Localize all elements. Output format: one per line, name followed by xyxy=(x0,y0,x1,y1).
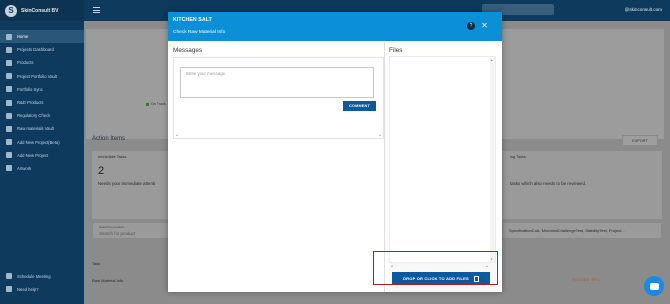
pending-tasks-desc: tasks which also needs to be reviewed. xyxy=(510,181,587,186)
sidebar-item-label: Products xyxy=(17,60,34,66)
close-icon[interactable]: ✕ xyxy=(480,21,489,30)
brand[interactable]: S SkinConsult BV xyxy=(0,0,84,21)
product-search-input[interactable]: Search for product Search for product xyxy=(92,222,172,239)
modal-title: KITCHEN SALT xyxy=(173,17,212,23)
sidebar: S SkinConsult BV Home Projects Dashboard… xyxy=(0,0,84,304)
sidebar-nav: Home Projects Dashboard Products Project… xyxy=(0,30,84,175)
message-input[interactable]: Write your message xyxy=(180,67,374,98)
sidebar-item-label: Home xyxy=(17,34,29,40)
column-divider xyxy=(384,42,385,292)
brand-name: SkinConsult BV xyxy=(21,7,59,14)
modal-subtitle: Check Raw Material Info xyxy=(173,30,226,35)
products-icon xyxy=(6,59,12,66)
immediate-tasks-desc: Needs your immediate attenti xyxy=(98,181,156,186)
sidebar-item-label: Projects Dashboard xyxy=(17,47,54,53)
brand-logo-icon: S xyxy=(5,4,17,17)
sidebar-item-label: Add New Project xyxy=(17,152,49,158)
raw-material-modal: KITCHEN SALT Check Raw Material Info ? ✕… xyxy=(168,12,502,292)
messages-panel: Write your message COMMENT ◂ ▸ xyxy=(173,57,384,139)
files-heading: Files xyxy=(389,47,403,54)
pending-tasks-title: ing Tasks xyxy=(510,155,526,159)
user-email[interactable]: @skinconsult.com xyxy=(625,7,662,12)
hamburger-menu-icon[interactable] xyxy=(93,7,100,13)
sidebar-item-portfolio-sync[interactable]: Portfolio Sync xyxy=(0,83,84,96)
calendar-icon xyxy=(6,273,12,280)
sidebar-item-artwork[interactable]: Artwork xyxy=(0,162,84,175)
search-label: Search for product xyxy=(99,225,124,229)
files-list: ▴ ▾ xyxy=(389,56,496,263)
search-placeholder: Search for product xyxy=(99,231,136,236)
action-items-title: Action Items xyxy=(92,136,126,142)
files-scrollbar[interactable]: ▴ ▾ xyxy=(490,57,495,262)
sidebar-item-label: Artwork xyxy=(17,165,32,171)
sidebar-item-label: Raw materials Vault xyxy=(17,126,54,132)
sidebar-item-regulatory-check[interactable]: Regulatory Check xyxy=(0,109,84,122)
export-label: EXPORT xyxy=(632,138,648,143)
chat-launcher-button[interactable] xyxy=(644,276,664,296)
sidebar-item-raw-materials-vault[interactable]: Raw materials Vault xyxy=(0,122,84,135)
home-icon xyxy=(6,33,12,40)
pending-tasks-panel[interactable]: ing Tasks tasks which also needs to be r… xyxy=(502,151,662,219)
export-button[interactable]: EXPORT xyxy=(622,135,658,146)
document-icon xyxy=(473,275,479,282)
add-files-button[interactable]: DROP OR CLICK TO ADD FILES xyxy=(392,272,490,285)
help-icon xyxy=(6,286,12,293)
scroll-left-icon[interactable]: ◂ xyxy=(391,264,393,268)
sidebar-item-need-help[interactable]: Need help? xyxy=(0,283,84,296)
scroll-down-icon[interactable]: ▾ xyxy=(491,257,493,261)
table-header-task: Task xyxy=(92,261,101,266)
sidebar-item-project-portfolio-vault[interactable]: Project Portfolio Vault xyxy=(0,70,84,83)
check-icon xyxy=(6,112,12,119)
vault-icon xyxy=(6,73,12,80)
materials-icon xyxy=(6,125,12,132)
scroll-up-icon[interactable]: ▴ xyxy=(491,58,493,62)
sidebar-item-projects-dashboard[interactable]: Projects Dashboard xyxy=(0,43,84,56)
sync-icon xyxy=(6,86,12,93)
immediate-tasks-count: 2 xyxy=(98,165,105,177)
sidebar-item-label: Portfolio Sync xyxy=(17,86,43,92)
sidebar-item-label: Add New Project(Beta) xyxy=(17,139,60,145)
on-track-legend: On Track xyxy=(146,102,166,106)
comment-button[interactable]: COMMENT xyxy=(343,101,376,111)
sidebar-item-label: R&D Products xyxy=(17,100,44,106)
sidebar-item-label: Regulatory Check xyxy=(17,113,51,119)
sidebar-item-home[interactable]: Home xyxy=(0,30,84,44)
immediate-tasks-title: Immediate Tasks xyxy=(98,155,127,159)
sidebar-item-rd-products[interactable]: R&D Products xyxy=(0,96,84,109)
flask-icon xyxy=(6,99,12,106)
on-track-label: On Track xyxy=(151,102,166,106)
help-icon[interactable]: ? xyxy=(467,22,475,30)
immediate-tasks-panel[interactable]: Immediate Tasks 2 Needs your immediate a… xyxy=(92,151,172,219)
sidebar-item-label: Need help? xyxy=(17,286,39,292)
tags-filter[interactable]: SpecificationCoA, MicrobialChallengeTest… xyxy=(502,222,662,239)
scroll-right-icon[interactable]: ▸ xyxy=(379,133,381,137)
scroll-left-icon[interactable]: ◂ xyxy=(176,133,178,137)
provide-info-link[interactable]: PROVIDE INFO xyxy=(572,278,600,282)
scroll-right-icon[interactable]: ▸ xyxy=(486,264,488,268)
add-icon xyxy=(6,152,12,159)
sidebar-item-products[interactable]: Products xyxy=(0,56,84,69)
messages-heading: Messages xyxy=(173,47,203,54)
sidebar-item-add-new-project-beta[interactable]: Add New Project(Beta) xyxy=(0,136,84,149)
sidebar-bottom: Schedule Meeting Need help? xyxy=(0,270,84,296)
dashboard-icon xyxy=(6,46,12,53)
add-files-label: DROP OR CLICK TO ADD FILES xyxy=(403,276,469,281)
sidebar-item-add-new-project[interactable]: Add New Project xyxy=(0,149,84,162)
modal-header: KITCHEN SALT Check Raw Material Info ? ✕ xyxy=(168,12,502,41)
table-row-task[interactable]: Raw Material Info xyxy=(92,278,123,283)
artwork-icon xyxy=(6,165,12,172)
sidebar-item-schedule-meeting[interactable]: Schedule Meeting xyxy=(0,270,84,283)
sidebar-item-label: Project Portfolio Vault xyxy=(17,73,57,79)
chat-icon xyxy=(649,282,659,290)
sidebar-item-label: Schedule Meeting xyxy=(17,273,51,279)
legend-swatch xyxy=(146,102,149,106)
add-icon xyxy=(6,139,12,146)
